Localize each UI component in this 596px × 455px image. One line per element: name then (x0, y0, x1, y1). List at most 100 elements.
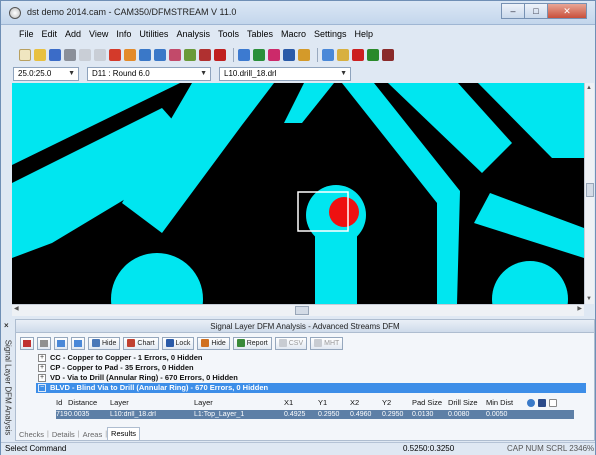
collapse-icon[interactable]: − (38, 384, 46, 392)
table-icon[interactable] (283, 49, 295, 61)
column-header-drill-size[interactable]: Drill Size (448, 398, 486, 407)
report-button[interactable]: Report (232, 336, 272, 350)
mht-button[interactable]: MHT (310, 336, 344, 350)
tree-item[interactable]: + CC - Copper to Copper - 1 Errors, 0 Hid… (36, 353, 586, 363)
undo-icon[interactable] (79, 49, 91, 61)
column-header-pad-size[interactable]: Pad Size (412, 398, 448, 407)
tree-item[interactable]: + VD - Via to Drill (Annular Ring) - 670 … (36, 373, 586, 383)
snap-icon[interactable] (253, 49, 265, 61)
zoom-in-icon[interactable] (139, 49, 151, 61)
tab-details[interactable]: Details (49, 429, 78, 440)
layer-select[interactable]: L10.drill_18.drl ▼ (219, 67, 351, 81)
layer-icon[interactable] (214, 49, 226, 61)
grid-header-icons (524, 398, 557, 407)
column-header-layer-2[interactable]: Layer (194, 398, 284, 407)
toolbar-separator (317, 48, 318, 62)
close-icon[interactable]: × (4, 321, 9, 330)
pan-icon[interactable] (337, 49, 349, 61)
scroll-thumb[interactable] (295, 306, 309, 315)
close-button[interactable]: ✕ (547, 3, 587, 19)
column-header-distance[interactable]: Distance (68, 398, 110, 407)
open-icon[interactable] (34, 49, 46, 61)
scroll-left-icon[interactable]: ◀ (14, 305, 19, 312)
minimize-button[interactable]: – (501, 3, 525, 19)
delete-icon[interactable] (352, 49, 364, 61)
save-icon[interactable] (49, 49, 61, 61)
hide-results-button[interactable]: Hide (197, 336, 230, 350)
grid-icon[interactable] (238, 49, 250, 61)
menu-macro[interactable]: Macro (281, 29, 306, 43)
menu-add[interactable]: Add (65, 29, 81, 43)
export-icon[interactable] (549, 398, 557, 407)
globe-icon[interactable] (527, 398, 535, 407)
tab-results[interactable]: Results (107, 427, 141, 440)
menu-analysis[interactable]: Analysis (176, 29, 210, 43)
column-header-y2[interactable]: Y2 (382, 398, 412, 407)
cell-min-dist: 0.0050 (486, 411, 508, 418)
new-icon[interactable] (19, 49, 31, 61)
pen-icon[interactable] (538, 398, 546, 407)
collapse-button[interactable] (71, 336, 85, 350)
scroll-right-icon[interactable]: ▶ (577, 305, 582, 312)
layers-icon[interactable] (268, 49, 280, 61)
highlight-icon[interactable] (124, 49, 136, 61)
hide-icon (201, 339, 210, 347)
expand-icon[interactable]: + (38, 354, 46, 362)
column-header-min-dist[interactable]: Min Dist (486, 398, 524, 407)
tab-areas[interactable]: Areas (80, 429, 106, 440)
column-header-id[interactable]: Id (56, 398, 68, 407)
menu-edit[interactable]: Edit (42, 29, 58, 43)
menu-info[interactable]: Info (116, 29, 131, 43)
chart-icon (127, 339, 136, 347)
dfm-run-button[interactable] (20, 336, 34, 350)
column-header-x1[interactable]: X1 (284, 398, 318, 407)
canvas-horizontal-scrollbar[interactable]: ◀ ▶ (12, 304, 584, 316)
redo-icon[interactable] (94, 49, 106, 61)
column-header-y1[interactable]: Y1 (318, 398, 350, 407)
menu-tables[interactable]: Tables (247, 29, 273, 43)
main-toolbar (19, 46, 397, 64)
lock-button[interactable]: Lock (161, 336, 195, 350)
select-icon[interactable] (322, 49, 334, 61)
hide-button[interactable]: Hide (88, 336, 121, 350)
menu-help[interactable]: Help (355, 29, 374, 43)
dfm-setup-button[interactable] (37, 336, 51, 350)
redraw-icon[interactable] (199, 49, 211, 61)
scroll-up-icon[interactable]: ▲ (586, 85, 592, 91)
scroll-down-icon[interactable]: ▼ (586, 296, 592, 302)
zoom-window-icon[interactable] (169, 49, 181, 61)
column-header-x2[interactable]: X2 (350, 398, 382, 407)
column-header-layer-1[interactable]: Layer (110, 398, 194, 407)
maximize-button[interactable]: □ (524, 3, 548, 19)
canvas-vertical-scrollbar[interactable]: ▲ ▼ (584, 83, 594, 304)
table-row[interactable]: 719 0.0035 L10:drill_18.drl L1:Top_Layer… (56, 410, 574, 419)
menu-settings[interactable]: Settings (314, 29, 347, 43)
dcode-select[interactable]: D11 : Round 6.0 ▼ (87, 67, 211, 81)
csv-button-label: CSV (288, 339, 304, 347)
scroll-thumb[interactable] (586, 183, 594, 197)
expand-icon[interactable]: + (38, 374, 46, 382)
macro-icon[interactable] (298, 49, 310, 61)
pcb-canvas[interactable] (12, 83, 584, 304)
tab-checks[interactable]: Checks (16, 429, 47, 440)
menu-file[interactable]: File (19, 29, 34, 43)
zoom-out-icon[interactable] (154, 49, 166, 61)
print-icon[interactable] (64, 49, 76, 61)
zoom-all-icon[interactable] (184, 49, 196, 61)
chart-button[interactable]: Chart (123, 336, 159, 350)
grid-select[interactable]: 25.0:25.0 ▼ (13, 67, 79, 81)
mht-button-label: MHT (324, 339, 340, 347)
drc-icon[interactable] (109, 49, 121, 61)
expand-button[interactable] (54, 336, 68, 350)
measure-icon[interactable] (382, 49, 394, 61)
tree-item-selected[interactable]: − BLVD - Blind Via to Drill (Annular Ring… (36, 383, 586, 393)
menu-tools[interactable]: Tools (218, 29, 239, 43)
error-marker[interactable] (329, 197, 359, 227)
menu-utilities[interactable]: Utilities (139, 29, 168, 43)
refresh-icon[interactable] (367, 49, 379, 61)
csv-button[interactable]: CSV (274, 336, 308, 350)
expand-icon[interactable]: + (38, 364, 46, 372)
menu-view[interactable]: View (89, 29, 108, 43)
tree-item[interactable]: + CP - Copper to Pad - 35 Errors, 0 Hidde… (36, 363, 586, 373)
cell-distance: 0.0035 (68, 411, 90, 418)
